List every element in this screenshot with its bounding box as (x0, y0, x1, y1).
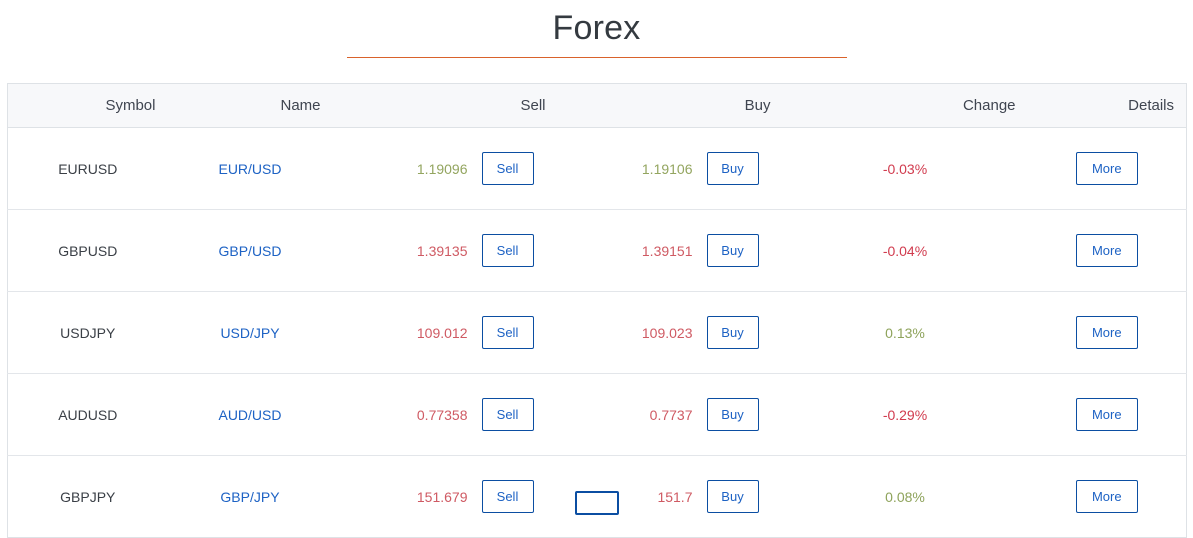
cell-sell: 0.77358 Sell (332, 373, 558, 456)
table-header-row: Symbol Name Sell Buy Change Details (7, 83, 1187, 128)
cell-name: EUR/USD (167, 127, 333, 210)
page-header: Forex (0, 0, 1193, 58)
table-row: GBPUSD GBP/USD 1.39135 Sell 1.39151 Buy … (7, 209, 1187, 292)
cell-symbol: AUDUSD (7, 373, 168, 456)
details-more-button[interactable]: More (1075, 152, 1138, 185)
cell-name: USD/JPY (167, 291, 333, 374)
sell-price: 1.39135 (416, 242, 468, 259)
details-more-button[interactable]: More (1075, 234, 1138, 267)
cell-sell: 1.19096 Sell (332, 127, 558, 210)
sell-price: 1.19096 (416, 160, 468, 177)
buy-button[interactable]: Buy (706, 316, 759, 349)
cell-name: AUD/USD (167, 373, 333, 456)
sell-button[interactable]: Sell (481, 234, 534, 267)
details-more-button[interactable]: More (1075, 398, 1138, 431)
sell-button[interactable]: Sell (481, 398, 534, 431)
sell-price: 0.77358 (416, 406, 468, 423)
details-more-button[interactable]: More (1075, 316, 1138, 349)
cell-buy: 109.023 Buy (557, 291, 783, 374)
cell-sell: 109.012 Sell (332, 291, 558, 374)
title-underline-rule (346, 57, 847, 58)
cell-buy: 1.39151 Buy (557, 209, 783, 292)
currency-pair-link[interactable]: EUR/USD (218, 161, 281, 177)
column-header-symbol[interactable]: Symbol (7, 83, 168, 128)
cell-details: More (1027, 373, 1187, 456)
cell-buy: 0.7737 Buy (557, 373, 783, 456)
cell-symbol: USDJPY (7, 291, 168, 374)
sell-button[interactable]: Sell (481, 152, 534, 185)
cell-change: -0.04% (782, 209, 1028, 292)
currency-pair-link[interactable]: AUD/USD (218, 407, 281, 423)
cell-change: 0.13% (782, 291, 1028, 374)
buy-button[interactable]: Buy (706, 152, 759, 185)
buy-price: 1.19106 (641, 160, 693, 177)
cell-details: More (1027, 127, 1187, 210)
cell-name: GBP/USD (167, 209, 333, 292)
forex-quotes-page: Forex Symbol Name Sell Buy Change Detail… (0, 0, 1193, 538)
sell-button[interactable]: Sell (481, 316, 534, 349)
currency-pair-link[interactable]: GBP/USD (218, 243, 281, 259)
table-row: AUDUSD AUD/USD 0.77358 Sell 0.7737 Buy -… (7, 373, 1187, 456)
footer-action-area (0, 490, 1193, 515)
quotes-table-container: Symbol Name Sell Buy Change Details EURU… (0, 83, 1193, 538)
cell-change: -0.03% (782, 127, 1028, 210)
forex-quotes-table: Symbol Name Sell Buy Change Details EURU… (7, 83, 1187, 538)
column-header-details[interactable]: Details (1027, 83, 1187, 128)
cell-buy: 1.19106 Buy (557, 127, 783, 210)
footer-action-button[interactable] (574, 491, 619, 515)
buy-button[interactable]: Buy (706, 398, 759, 431)
table-row: USDJPY USD/JPY 109.012 Sell 109.023 Buy … (7, 291, 1187, 374)
column-header-buy[interactable]: Buy (557, 83, 783, 128)
cell-symbol: GBPUSD (7, 209, 168, 292)
currency-pair-link[interactable]: USD/JPY (220, 325, 279, 341)
buy-price: 1.39151 (641, 242, 693, 259)
column-header-change[interactable]: Change (782, 83, 1028, 128)
cell-symbol: EURUSD (7, 127, 168, 210)
cell-change: -0.29% (782, 373, 1028, 456)
cell-sell: 1.39135 Sell (332, 209, 558, 292)
cell-details: More (1027, 209, 1187, 292)
table-header: Symbol Name Sell Buy Change Details (7, 83, 1187, 128)
buy-price: 109.023 (641, 324, 693, 341)
page-title: Forex (552, 9, 641, 47)
column-header-sell[interactable]: Sell (332, 83, 558, 128)
cell-details: More (1027, 291, 1187, 374)
table-body: EURUSD EUR/USD 1.19096 Sell 1.19106 Buy … (7, 127, 1187, 538)
buy-price: 0.7737 (649, 406, 693, 423)
table-row: EURUSD EUR/USD 1.19096 Sell 1.19106 Buy … (7, 127, 1187, 210)
sell-price: 109.012 (416, 324, 468, 341)
column-header-name[interactable]: Name (167, 83, 333, 128)
buy-button[interactable]: Buy (706, 234, 759, 267)
